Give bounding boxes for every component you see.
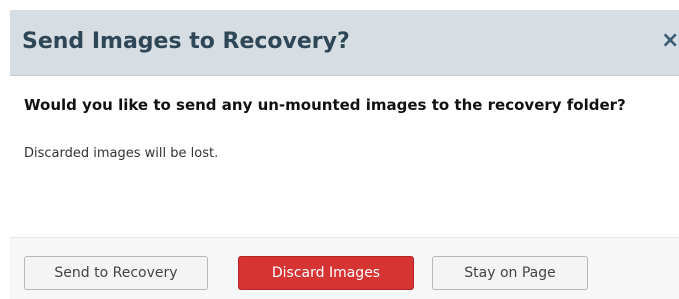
stay-on-page-button[interactable]: Stay on Page bbox=[432, 256, 588, 290]
dialog-footer: Send to Recovery Discard Images Stay on … bbox=[10, 237, 679, 299]
dialog-question: Would you like to send any un-mounted im… bbox=[24, 96, 626, 114]
send-to-recovery-button[interactable]: Send to Recovery bbox=[24, 256, 208, 290]
close-icon[interactable]: × bbox=[661, 10, 677, 76]
dialog-note: Discarded images will be lost. bbox=[24, 146, 219, 161]
discard-images-button[interactable]: Discard Images bbox=[238, 256, 414, 290]
dialog-header: Send Images to Recovery? × bbox=[10, 10, 679, 76]
send-to-recovery-dialog: Send Images to Recovery? × Would you lik… bbox=[0, 0, 679, 299]
dialog-title: Send Images to Recovery? bbox=[22, 29, 350, 54]
